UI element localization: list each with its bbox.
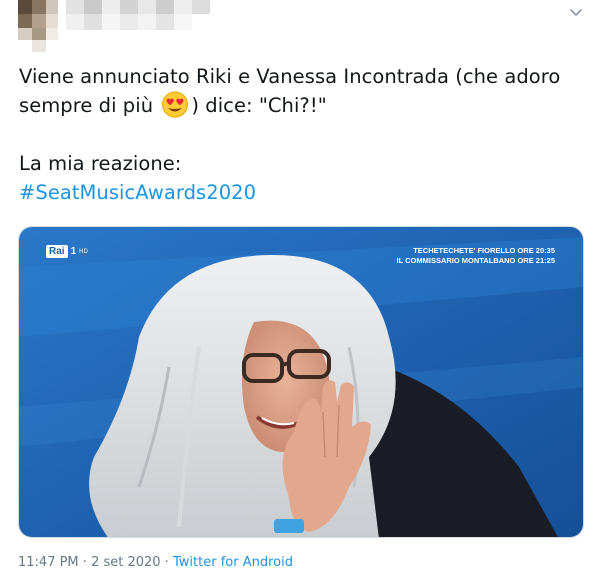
tweet-line-text: sempre di più (19, 94, 160, 117)
meta-separator: · (164, 555, 169, 570)
tweet-source-link[interactable]: Twitter for Android (173, 555, 293, 570)
tweet-media[interactable]: Rai 1 HD TECHETECHETE' FIORELLO ORE 20:3… (18, 226, 584, 538)
tv-ticker: TECHETECHETE' FIORELLO ORE 20:35 IL COMM… (397, 246, 556, 266)
avatar[interactable] (18, 0, 58, 52)
hashtag-link[interactable]: #SeatMusicAwards2020 (19, 181, 256, 204)
chevron-down-icon[interactable] (566, 4, 586, 22)
user-name-blurred[interactable] (66, 0, 226, 44)
tweet-line-text: La mia reazione: (19, 152, 182, 175)
tweet-text: Viene annunciato Riki e Vanessa Incontra… (19, 62, 594, 207)
media-image (19, 227, 583, 537)
ticker-line: TECHETECHETE' FIORELLO ORE 20:35 (413, 246, 555, 255)
heart-eyes-emoji (160, 91, 190, 118)
tweet-time[interactable]: 11:47 PM (18, 555, 79, 570)
tweet-line: sempre di più ) dice: "Chi?!" (19, 91, 594, 120)
tweet-line: #SeatMusicAwards2020 (19, 178, 594, 207)
tweet-line-text: Viene annunciato Riki e Vanessa Incontra… (19, 65, 561, 88)
tweet-header (0, 0, 609, 56)
tweet-line: Viene annunciato Riki e Vanessa Incontra… (19, 62, 594, 91)
channel-hd: HD (79, 248, 88, 255)
channel-number: 1 (70, 246, 77, 257)
tweet-line: La mia reazione: (19, 149, 594, 178)
tweet-line (19, 120, 594, 149)
tweet-meta: 11:47 PM · 2 set 2020 · Twitter for Andr… (18, 555, 293, 570)
meta-separator: · (82, 555, 87, 570)
ticker-line: IL COMMISSARIO MONTALBANO ORE 21:25 (396, 256, 556, 265)
tweet-line-text: ) dice: "Chi?!" (191, 94, 327, 117)
tweet-date[interactable]: 2 set 2020 (91, 555, 161, 570)
rai-logo: Rai 1 HD (46, 245, 88, 258)
rai-logo-text: Rai (46, 245, 68, 258)
